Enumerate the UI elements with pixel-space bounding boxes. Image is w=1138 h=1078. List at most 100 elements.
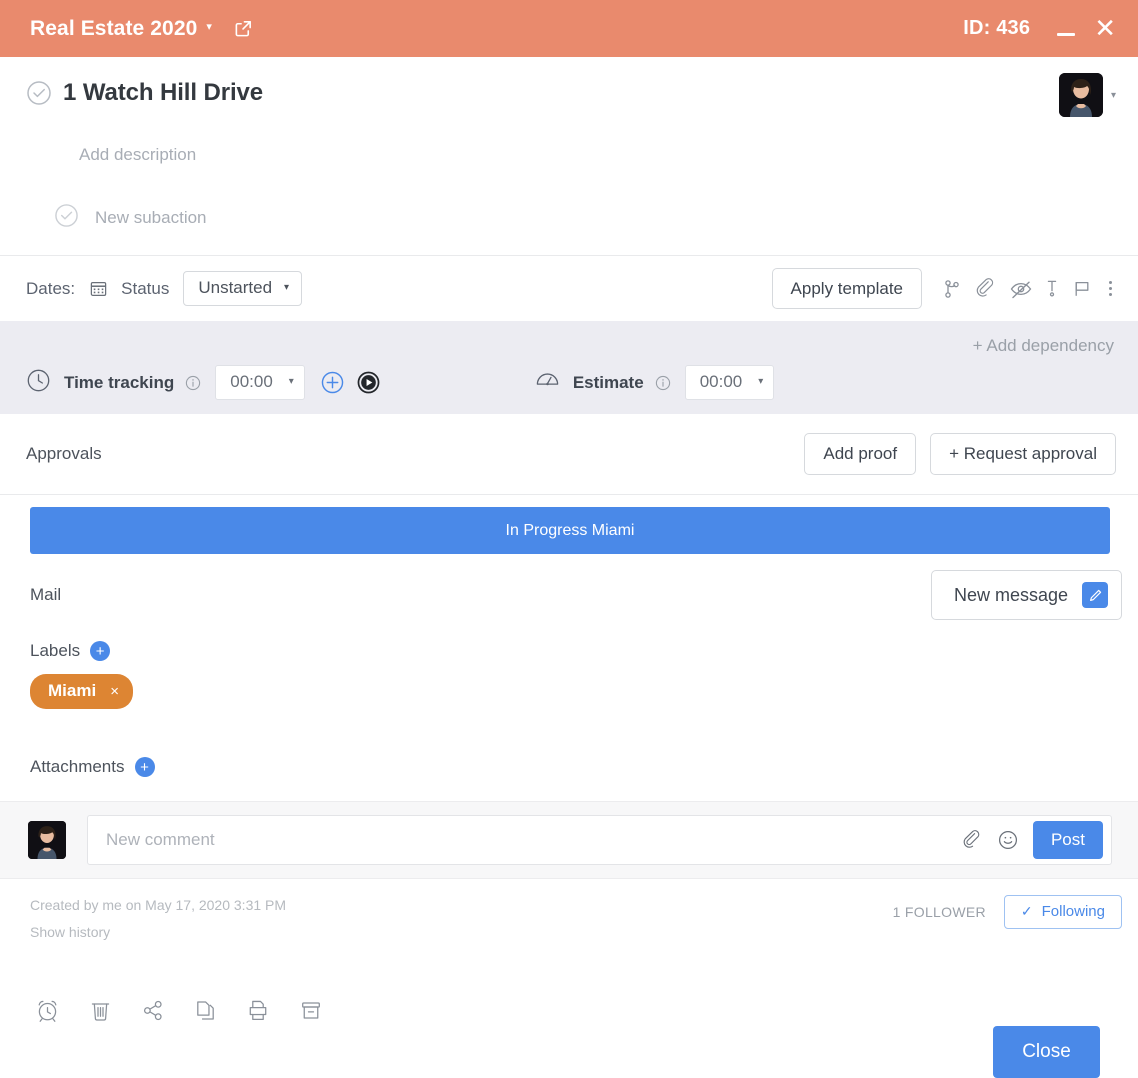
status-value: Unstarted [198,277,273,297]
chevron-down-icon: ▾ [758,375,764,387]
plus-circle-icon[interactable] [319,369,346,396]
priority-icon[interactable] [1045,278,1059,300]
task-id-label: ID: 436 [963,17,1031,39]
play-circle-icon[interactable] [355,369,382,396]
share-icon[interactable] [140,997,166,1029]
status-select[interactable]: Unstarted ▾ [183,270,303,307]
follower-count: 1 FOLLOWER [892,904,986,920]
paperclip-icon[interactable] [975,277,997,300]
time-tracking-label: Time tracking [64,372,175,392]
labels-title: Labels [30,641,81,660]
close-icon[interactable]: ✕ [1094,15,1116,41]
window-titlebar: Real Estate 2020 ▾ ID: 436 ✕ [0,0,1138,57]
time-tracking-row: Time tracking 00:00 ▾ Estimate 00:00 ▾ [26,365,1116,400]
pen-icon [1082,582,1108,608]
task-title[interactable]: 1 Watch Hill Drive [63,79,263,107]
comment-input[interactable]: New comment Post [87,815,1112,865]
dependency-icon[interactable] [941,278,963,300]
print-icon[interactable] [245,997,271,1029]
project-dropdown-caret-icon[interactable]: ▾ [206,22,212,33]
task-title-row: 1 Watch Hill Drive [26,79,1116,107]
approvals-row: Approvals Add proof + Request approval [0,414,1138,494]
add-proof-button[interactable]: Add proof [804,433,917,475]
project-name[interactable]: Real Estate 2020 [30,17,197,41]
task-action-icons [941,277,1116,300]
kebab-menu-icon[interactable] [1105,281,1116,296]
assignee-control[interactable]: ▾ [1058,73,1116,117]
dates-status-row: Dates: Status Unstarted ▾ Apply template [0,256,1138,321]
close-button[interactable]: Close [993,1026,1100,1078]
duplicate-icon[interactable] [193,997,218,1029]
eye-off-icon[interactable] [1009,278,1033,300]
chevron-down-icon: ▾ [288,375,294,387]
minimize-icon[interactable] [1056,19,1076,39]
comment-composer: New comment Post [0,801,1138,879]
show-history-link[interactable]: Show history [30,919,286,946]
apply-template-button[interactable]: Apply template [771,267,922,310]
remove-label-icon[interactable]: × [110,683,119,700]
bottom-toolbar-icons [34,997,324,1029]
status-banner-label: In Progress Miami [505,521,635,539]
info-icon[interactable] [185,375,201,391]
status-banner-wrap: In Progress Miami [0,495,1138,555]
archive-icon[interactable] [298,997,324,1029]
add-attachment-button[interactable]: + [134,757,155,777]
avatar [28,821,66,859]
following-label: Following [1041,903,1105,920]
attachments-section: Attachments + [0,757,1138,801]
mail-row: Mail New message [0,555,1138,635]
label-chip[interactable]: Miami × [30,674,133,709]
dates-label: Dates: [26,278,76,298]
following-button[interactable]: ✓ Following [1003,895,1122,929]
comment-placeholder: New comment [106,830,215,849]
request-approval-button[interactable]: + Request approval [930,433,1116,475]
avatar[interactable] [1058,73,1103,117]
task-header: 1 Watch Hill Drive ▾ [0,57,1138,117]
labels-section: Labels + Miami × [0,635,1138,757]
chevron-down-icon: ▾ [284,281,290,293]
calendar-icon[interactable] [89,279,108,298]
time-tracking-band: + Add dependency Time tracking 00:00 ▾ E… [0,321,1138,414]
estimate-label: Estimate [572,372,644,392]
trash-icon[interactable] [88,997,113,1029]
gauge-icon [535,368,560,398]
paperclip-icon[interactable] [962,829,983,851]
estimate-group: Estimate 00:00 ▾ [535,365,775,400]
new-subaction-row[interactable]: New subaction [0,181,1138,255]
attachments-header: Attachments + [30,757,1138,777]
check-icon: ✓ [1020,903,1033,919]
new-message-button[interactable]: New message [930,570,1122,620]
time-tracking-value: 00:00 [230,372,273,391]
add-label-button[interactable]: + [90,641,111,661]
time-tracking-value-select[interactable]: 00:00 ▾ [215,365,305,400]
info-icon[interactable] [655,375,671,391]
estimate-value-select[interactable]: 00:00 ▾ [684,365,775,400]
description-field[interactable]: Add description [0,115,1138,181]
add-dependency-link[interactable]: + Add dependency [973,336,1114,356]
status-label: Status [121,278,170,298]
mail-label: Mail [30,585,62,604]
labels-header: Labels + [30,641,1138,661]
emoji-icon[interactable] [997,829,1019,851]
post-comment-button[interactable]: Post [1032,820,1103,860]
followers-area: 1 FOLLOWER ✓ Following [893,895,1122,929]
external-link-icon[interactable] [234,19,253,38]
check-circle-icon[interactable] [54,203,79,233]
new-message-label: New message [953,584,1068,605]
task-detail-window: Real Estate 2020 ▾ ID: 436 ✕ 1 Watch Hil… [0,0,1138,1078]
label-chip-text: Miami [48,681,97,700]
clock-icon [26,368,51,398]
flag-icon[interactable] [1071,278,1093,300]
bottom-toolbar: Close [0,947,1138,1078]
attachments-title: Attachments [30,757,125,776]
alarm-icon[interactable] [34,997,61,1029]
task-meta-left: Created by me on May 17, 2020 3:31 PM Sh… [30,892,286,947]
check-circle-icon[interactable] [26,80,52,106]
task-meta-row: Created by me on May 17, 2020 3:31 PM Sh… [0,879,1138,947]
new-subaction-label: New subaction [95,208,207,227]
approvals-label: Approvals [26,444,102,463]
estimate-value: 00:00 [699,372,743,391]
created-by-text: Created by me on May 17, 2020 3:31 PM [30,897,287,913]
assignee-dropdown-caret-icon[interactable]: ▾ [1111,90,1116,101]
status-banner[interactable]: In Progress Miami [30,507,1110,554]
